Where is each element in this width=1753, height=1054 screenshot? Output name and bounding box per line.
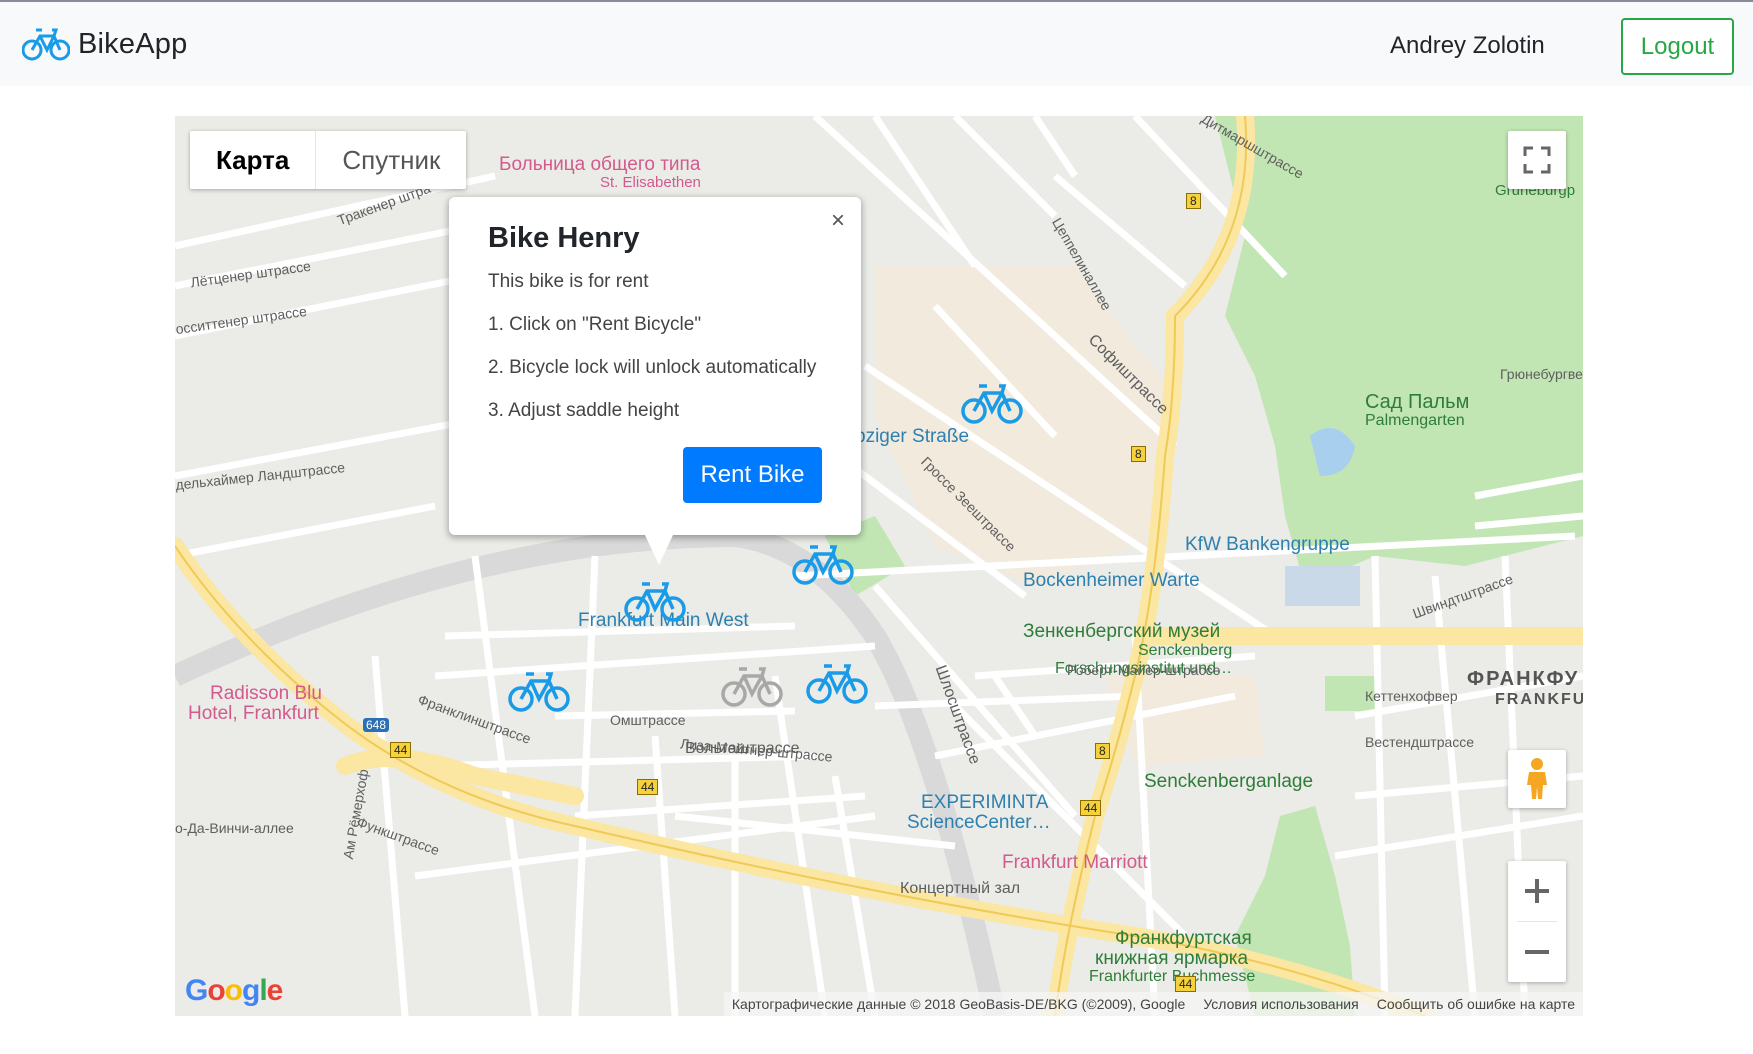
bike-marker-available[interactable] [792, 542, 854, 586]
navbar: BikeApp Andrey Zolotin Logout [0, 0, 1753, 86]
poi-hospital-label2[interactable]: St. Elisabethen [600, 174, 701, 191]
terms-link[interactable]: Условия использования [1203, 996, 1358, 1012]
bike-subtitle: This bike is for rent [488, 271, 649, 292]
street-kettenhof-label: Кеттенхофвер [1365, 688, 1458, 704]
brand-name: BikeApp [78, 27, 188, 60]
poi-marriott-label[interactable]: Frankfurt Marriott [1002, 852, 1148, 874]
poi-palmengarten-label-ru[interactable]: Сад Пальм [1365, 391, 1469, 414]
minus-icon [1525, 950, 1549, 954]
bike-marker-selected[interactable] [624, 579, 686, 623]
bike-title: Bike Henry [488, 222, 640, 254]
rent-step-2: 2. Bicycle lock will unlock automaticall… [488, 357, 817, 378]
poi-buchmesse-label-ru1[interactable]: Франкфуртская [1115, 928, 1252, 950]
bike-marker-available[interactable] [508, 669, 570, 713]
map-data-credit: Картографические данные © 2018 GeoBasis-… [731, 996, 1186, 1012]
poi-experiminta-label2[interactable]: ScienceCenter… [907, 812, 1051, 834]
street-westend-label: Вестендштрассе [1365, 734, 1475, 750]
bike-marker-available[interactable] [961, 381, 1023, 425]
rent-step-3: 3. Adjust saddle height [488, 400, 680, 421]
road-shield-44: 44 [390, 742, 412, 758]
close-icon[interactable]: × [831, 207, 845, 235]
zoom-in-button[interactable] [1508, 861, 1566, 921]
street-view-pegman[interactable] [1508, 750, 1566, 808]
bike-marker-available[interactable] [806, 661, 868, 705]
rent-bike-button[interactable]: Rent Bike [683, 447, 822, 503]
street-om-label: Омштрассе [610, 712, 686, 728]
poi-senckenberganlage-label[interactable]: Senckenberganlage [1144, 771, 1313, 793]
pegman-icon [1527, 758, 1547, 799]
bike-info-window: × Bike Henry This bike is for rent 1. Cl… [449, 197, 861, 565]
road-shield-8: 8 [1095, 743, 1110, 759]
station-bockenheimer-label[interactable]: Bockenheimer Warte [1023, 570, 1200, 592]
rent-step-1: 1. Click on "Rent Bicycle" [488, 314, 702, 335]
road-shield-44: 44 [637, 779, 659, 795]
street-gruneburg-label: Грюнебургвег [1500, 366, 1583, 382]
street-robert-label: Роберт-Майер-штрассе [1067, 662, 1221, 678]
fullscreen-icon [1523, 146, 1551, 174]
bike-marker-unavailable[interactable] [721, 664, 783, 708]
road-shield-8: 8 [1186, 193, 1201, 209]
map[interactable]: Больница общего типа St. Elisabethen Сад… [175, 116, 1583, 1016]
map-attribution: Картографические данные © 2018 GeoBasis-… [723, 992, 1583, 1016]
map-type-satellite-button[interactable]: Спутник [316, 131, 466, 189]
poi-kfw-label[interactable]: KfW Bankengruppe [1185, 534, 1350, 556]
logout-button[interactable]: Logout [1621, 18, 1734, 75]
poi-buchmesse-label-de[interactable]: Frankfurter Buchmesse [1089, 968, 1255, 986]
map-type-map-button[interactable]: Карта [190, 131, 317, 189]
station-leipziger-label[interactable]: pziger Straße [855, 426, 969, 448]
poi-radisson-label1[interactable]: Radisson Blu [210, 683, 322, 705]
street-davinci-label: о-Да-Винчи-аллее [175, 820, 294, 836]
road-shield-8: 8 [1131, 446, 1146, 462]
user-name: Andrey Zolotin [1390, 32, 1545, 59]
district-frankfurt-label-ru: ФРАНКФУ [1467, 668, 1580, 690]
plus-icon [1525, 879, 1549, 903]
road-shield-44: 44 [1080, 800, 1102, 816]
poi-konzert-label: Концертный зал [900, 880, 1021, 897]
zoom-out-button[interactable] [1508, 922, 1566, 982]
google-logo[interactable]: Google [185, 974, 283, 1008]
bicycle-icon [22, 28, 70, 61]
poi-senckenberg-label-de1[interactable]: Senckenberg [1138, 642, 1232, 660]
map-type-control: Карта Спутник [190, 131, 467, 189]
poi-palmengarten-label-de[interactable]: Palmengarten [1365, 412, 1465, 430]
zoom-control [1508, 861, 1566, 982]
road-shield-648: 648 [363, 718, 390, 732]
poi-buchmesse-label-ru2[interactable]: книжная ярмарка [1095, 948, 1248, 970]
poi-hospital-label[interactable]: Больница общего типа [499, 154, 700, 176]
report-error-link[interactable]: Сообщить об ошибке на карте [1377, 996, 1575, 1012]
poi-radisson-label2[interactable]: Hotel, Frankfurt [188, 703, 319, 725]
district-frankfurt-label-de: FRANKFU [1495, 691, 1583, 708]
fullscreen-button[interactable] [1508, 131, 1566, 189]
poi-senckenberg-label-ru[interactable]: Зенкенбергский музей [1023, 621, 1220, 643]
poi-experiminta-label1[interactable]: EXPERIMINTA [921, 792, 1048, 814]
map-base[interactable] [175, 116, 1583, 1016]
road-shield-44: 44 [1175, 976, 1197, 992]
brand[interactable]: BikeApp [22, 24, 187, 64]
